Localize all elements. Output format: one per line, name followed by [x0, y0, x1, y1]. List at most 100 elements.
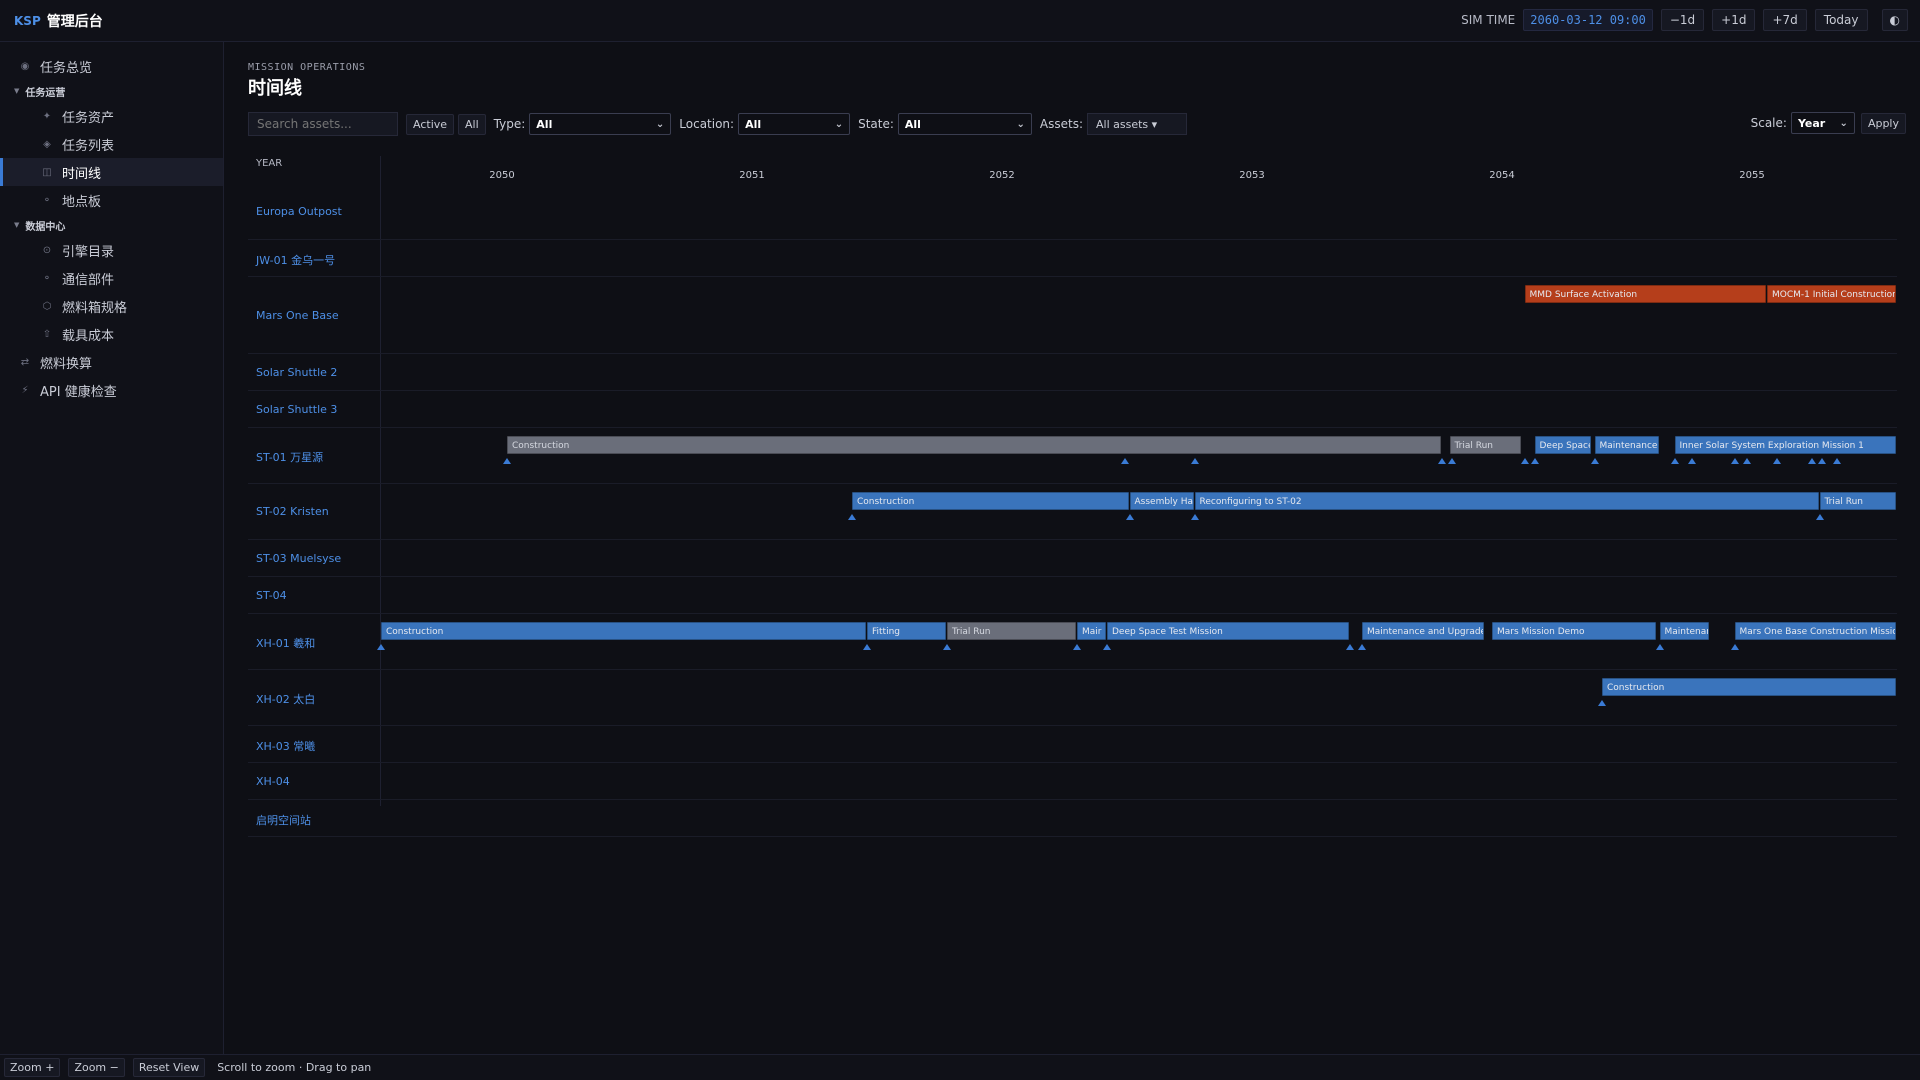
timeline-row-label[interactable]: XH-04 — [256, 775, 290, 788]
plus-1d-button[interactable]: +1d — [1712, 9, 1756, 31]
timeline-bar[interactable]: Mars One Base Construction Mission — [1734, 622, 1896, 640]
timeline-row-label[interactable]: XH-01 羲和 — [256, 635, 315, 651]
event-marker-icon[interactable] — [1125, 514, 1134, 520]
sidebar-item-locations[interactable]: ⚬ 地点板 — [0, 186, 223, 214]
event-marker-icon[interactable] — [1530, 458, 1539, 464]
sidebar-section-data[interactable]: ▼ 数据中心 — [0, 214, 223, 236]
minus-1d-button[interactable]: −1d — [1660, 9, 1705, 31]
timeline-bar[interactable]: Construction — [507, 436, 1441, 454]
event-marker-icon[interactable] — [1730, 644, 1739, 650]
timeline-bar[interactable]: Maintenance and Upgrade — [1362, 622, 1484, 640]
timeline-bar[interactable]: Trial Run — [947, 622, 1076, 640]
today-button[interactable]: Today — [1814, 9, 1868, 31]
event-marker-icon[interactable] — [1190, 514, 1199, 520]
event-marker-icon[interactable] — [1448, 458, 1456, 464]
timeline-bar[interactable]: Reconfiguring to ST-02 — [1194, 492, 1819, 510]
timeline-row-label[interactable]: ST-01 万星源 — [256, 449, 323, 465]
event-marker-icon[interactable] — [1590, 458, 1599, 464]
timeline-row-label[interactable]: JW-01 金乌一号 — [256, 252, 335, 268]
timeline-bar[interactable]: Inner Solar System Exploration Mission 1 — [1674, 436, 1896, 454]
timeline-bar[interactable]: Deep Space Test Mission — [1107, 622, 1349, 640]
scale-select[interactable]: Year ⌄ — [1790, 112, 1855, 134]
bottom-bar: Zoom + Zoom − Reset View Scroll to zoom … — [0, 1054, 1920, 1080]
event-marker-icon[interactable] — [1670, 458, 1679, 464]
sidebar-item-costs[interactable]: ⇧ 载具成本 — [0, 320, 223, 348]
event-marker-icon[interactable] — [1833, 458, 1841, 464]
event-marker-icon[interactable] — [1345, 644, 1354, 650]
timeline-row-label[interactable]: 启明空间站 — [256, 812, 311, 828]
sidebar-item-tanks[interactable]: ⬡ 燃料箱规格 — [0, 292, 223, 320]
event-marker-icon[interactable] — [1103, 644, 1111, 650]
reset-view-button[interactable]: Reset View — [132, 1058, 206, 1077]
sidebar-item-api-health[interactable]: ⚡ API 健康检查 — [0, 376, 223, 404]
brand[interactable]: KSP 管理后台 — [0, 11, 103, 31]
timeline-bar[interactable]: Construction — [852, 492, 1129, 510]
timeline-row-label[interactable]: XH-02 太白 — [256, 691, 315, 707]
timeline-row-label[interactable]: Europa Outpost — [256, 205, 342, 218]
event-marker-icon[interactable] — [1190, 458, 1199, 464]
sidebar-item-timeline[interactable]: ◫ 时间线 — [0, 158, 223, 186]
sidebar-item-missions[interactable]: ◈ 任务列表 — [0, 130, 223, 158]
timeline-row-label[interactable]: ST-03 Muelsyse — [256, 552, 341, 565]
timeline-row-label[interactable]: ST-02 Kristen — [256, 505, 329, 518]
sidebar-item-assets[interactable]: ✦ 任务资产 — [0, 102, 223, 130]
event-marker-icon[interactable] — [1773, 458, 1781, 464]
sidebar-section-operations[interactable]: ▼ 任务运营 — [0, 80, 223, 102]
sidebar-item-comms[interactable]: ⚬ 通信部件 — [0, 264, 223, 292]
sim-time-value[interactable]: 2060-03-12 09:00 — [1523, 9, 1653, 31]
timeline-bar[interactable]: Maintenance — [1594, 436, 1659, 454]
event-marker-icon[interactable] — [1688, 458, 1696, 464]
event-marker-icon[interactable] — [943, 644, 951, 650]
event-marker-icon[interactable] — [1743, 458, 1751, 464]
event-marker-icon[interactable] — [1818, 458, 1826, 464]
timeline-bar[interactable]: Trial Run — [1449, 436, 1521, 454]
timeline-row-label[interactable]: ST-04 — [256, 589, 287, 602]
event-marker-icon[interactable] — [1520, 458, 1529, 464]
event-marker-icon[interactable] — [1730, 458, 1739, 464]
event-marker-icon[interactable] — [1598, 700, 1606, 706]
timeline-bar[interactable]: Construction — [1602, 678, 1896, 696]
apply-button[interactable]: Apply — [1860, 112, 1906, 134]
location-select[interactable]: All ⌄ — [738, 113, 851, 135]
event-marker-icon[interactable] — [848, 514, 856, 520]
event-marker-icon[interactable] — [377, 644, 385, 650]
timeline-bar[interactable]: Trial Run — [1819, 492, 1896, 510]
zoom-in-button[interactable]: Zoom + — [4, 1058, 61, 1077]
timeline-bar[interactable]: Assembly Halt — [1129, 492, 1194, 510]
timeline-bar[interactable]: Maintenance — [1659, 622, 1709, 640]
search-input[interactable] — [248, 112, 398, 136]
sidebar-item-overview[interactable]: ◉ 任务总览 — [0, 52, 223, 80]
event-marker-icon[interactable] — [1073, 644, 1081, 650]
timeline-row-label[interactable]: Mars One Base — [256, 309, 339, 322]
timeline-chart[interactable]: YEAR 2050 2051 2052 2053 2054 2055 Europa Outp… — [248, 156, 1897, 837]
timeline-bar[interactable]: Deep Space — [1534, 436, 1591, 454]
event-marker-icon[interactable] — [503, 458, 511, 464]
timeline-bar[interactable]: MOCM-1 Initial Construction — [1767, 285, 1896, 303]
theme-toggle-icon[interactable]: ◐ — [1881, 9, 1908, 31]
event-marker-icon[interactable] — [1438, 458, 1446, 464]
active-filter-button[interactable]: Active — [406, 113, 455, 135]
timeline-bar[interactable]: Construction — [381, 622, 866, 640]
type-select[interactable]: All ⌄ — [529, 113, 672, 135]
event-marker-icon[interactable] — [1808, 458, 1816, 464]
timeline-row-label[interactable]: XH-03 常曦 — [256, 738, 315, 754]
sidebar-item-engines[interactable]: ⊙ 引擎目录 — [0, 236, 223, 264]
event-marker-icon[interactable] — [1120, 458, 1129, 464]
timeline-bar[interactable]: Fitting — [867, 622, 946, 640]
timeline-row-label[interactable]: Solar Shuttle 3 — [256, 403, 337, 416]
event-marker-icon[interactable] — [1655, 644, 1664, 650]
all-filter-button[interactable]: All — [458, 113, 486, 135]
timeline-bar[interactable]: Mars Mission Demo — [1492, 622, 1656, 640]
sidebar-item-fuel-convert[interactable]: ⇄ 燃料换算 — [0, 348, 223, 376]
timeline-row-label[interactable]: Solar Shuttle 2 — [256, 366, 337, 379]
event-marker-icon[interactable] — [863, 644, 871, 650]
timeline-bar[interactable]: Mair — [1077, 622, 1106, 640]
assets-dropdown[interactable]: All assets ▾ — [1087, 113, 1187, 135]
state-select[interactable]: All ⌄ — [897, 113, 1032, 135]
event-marker-icon[interactable] — [1815, 514, 1824, 520]
plus-7d-button[interactable]: +7d — [1763, 9, 1807, 31]
event-marker-icon[interactable] — [1358, 644, 1366, 650]
timeline-bar[interactable]: MMD Surface Activation — [1524, 285, 1766, 303]
zoom-out-button[interactable]: Zoom − — [68, 1058, 125, 1077]
brand-logo: KSP — [14, 13, 41, 28]
